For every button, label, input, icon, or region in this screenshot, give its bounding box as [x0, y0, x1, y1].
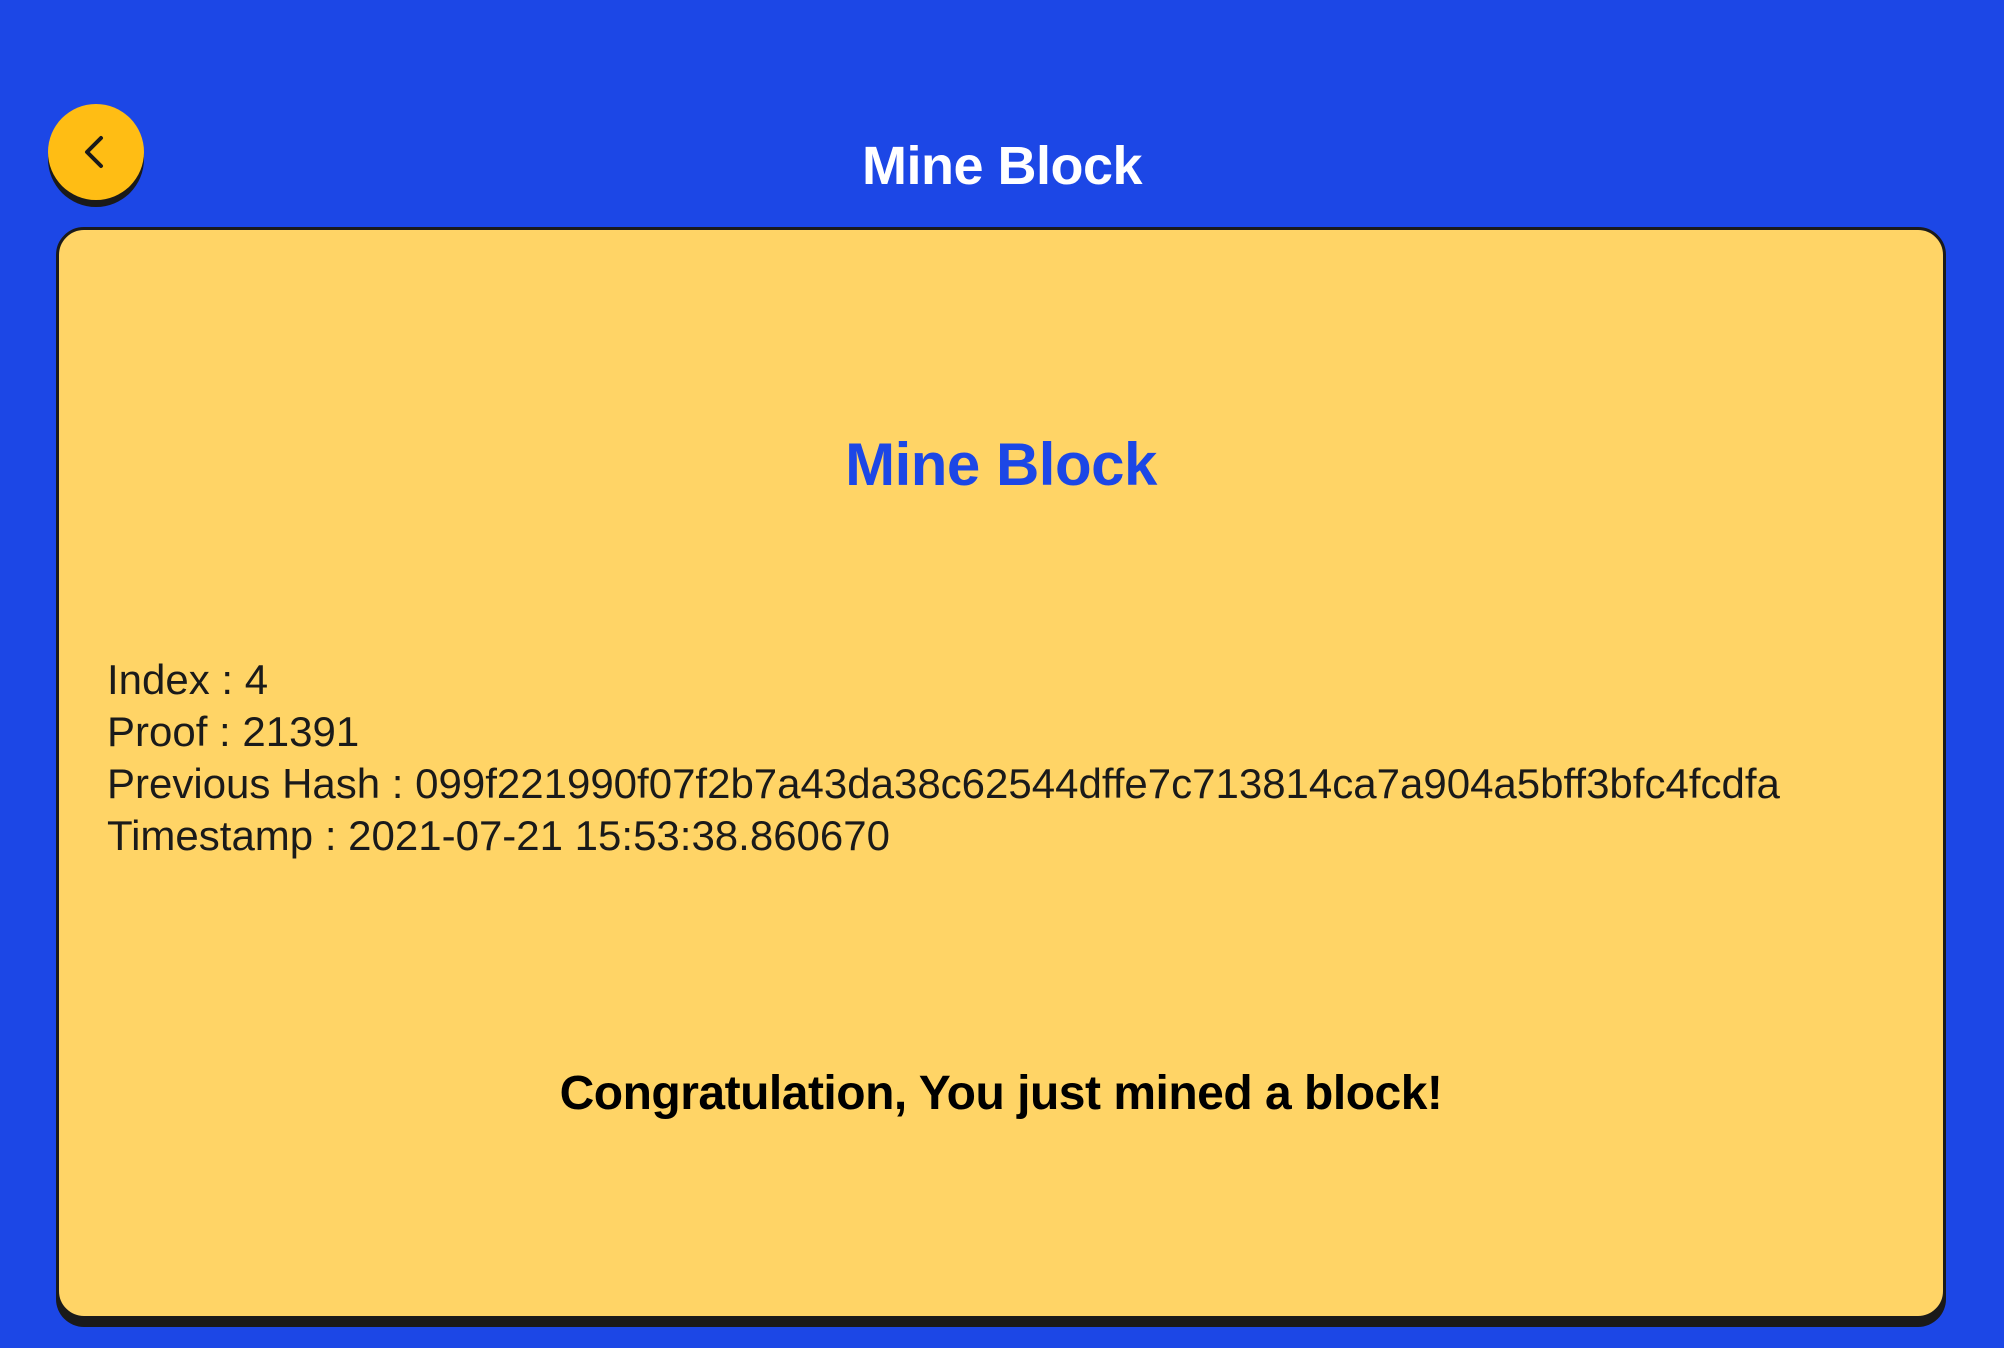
detail-value: 099f221990f07f2b7a43da38c62544dffe7c7138… — [415, 760, 1780, 807]
detail-value: 2021-07-21 15:53:38.860670 — [348, 812, 890, 859]
page-title: Mine Block — [861, 136, 1143, 196]
detail-previous-hash: Previous Hash : 099f221990f07f2b7a43da38… — [107, 758, 1780, 810]
detail-value: 4 — [244, 656, 269, 703]
detail-separator: : — [313, 812, 349, 859]
block-details: Index : 4 Proof : 21391 Previous Hash : … — [107, 654, 1780, 862]
detail-separator: : — [207, 708, 243, 755]
block-card: Mine Block Index : 4 Proof : 21391 Previ… — [56, 227, 1946, 1319]
detail-label: Previous Hash — [107, 760, 381, 807]
detail-timestamp: Timestamp : 2021-07-21 15:53:38.860670 — [107, 810, 1780, 862]
detail-index: Index : 4 — [107, 654, 1780, 706]
detail-proof: Proof : 21391 — [107, 706, 1780, 758]
detail-label: Proof — [107, 708, 208, 755]
detail-value: 21391 — [242, 708, 360, 755]
detail-separator: : — [380, 760, 416, 807]
detail-label: Index — [107, 656, 210, 703]
detail-separator: : — [209, 656, 245, 703]
card-title: Mine Block — [845, 431, 1157, 498]
detail-label: Timestamp — [107, 812, 314, 859]
success-message: Congratulation, You just mined a block! — [559, 1067, 1443, 1120]
